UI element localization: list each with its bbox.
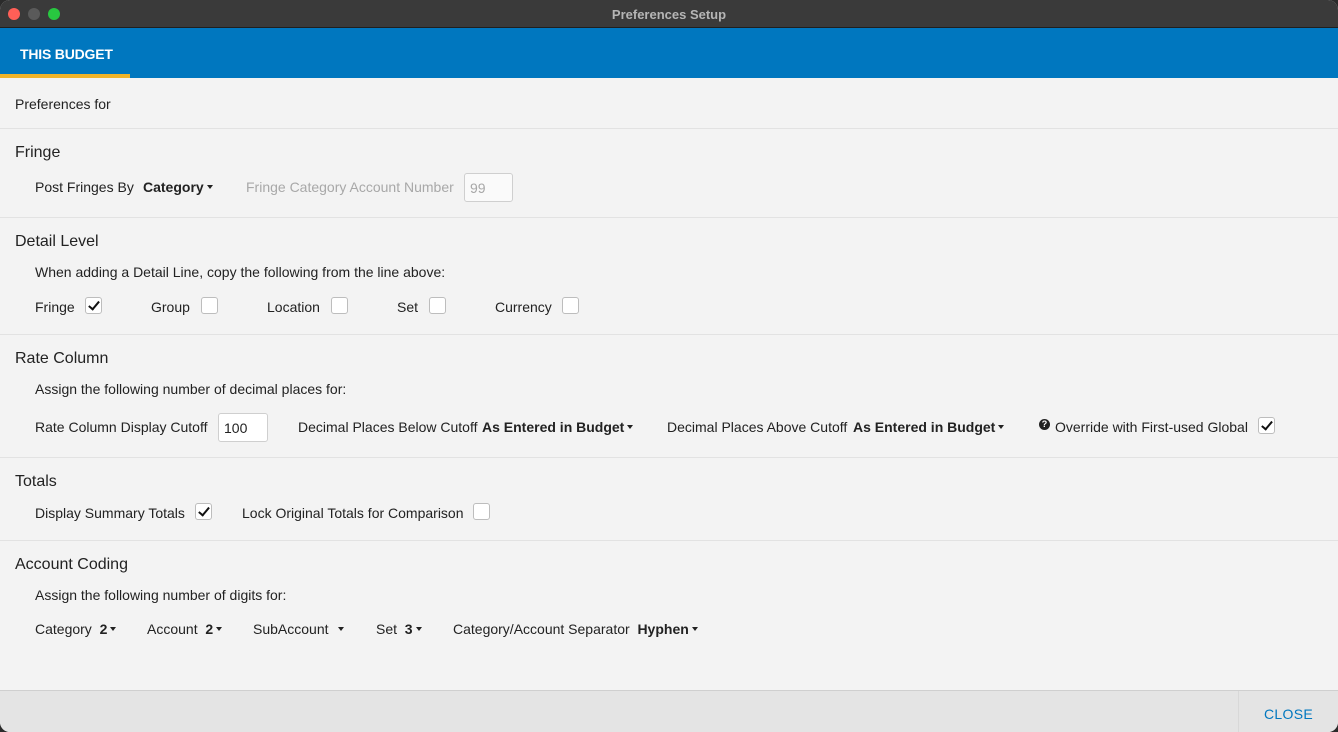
- category-digits-label: Category: [35, 621, 92, 637]
- decimal-above-value: As Entered in Budget: [853, 419, 996, 435]
- rate-cutoff-label: Rate Column Display Cutoff: [35, 419, 208, 435]
- subaccount-digits-dropdown[interactable]: SubAccount: [253, 621, 345, 637]
- detail-location-label: Location: [267, 299, 320, 315]
- chevron-down-icon: [206, 185, 213, 190]
- display-summary-totals-checkbox[interactable]: [195, 503, 212, 520]
- lock-original-totals-label: Lock Original Totals for Comparison: [242, 505, 464, 521]
- tab-this-budget[interactable]: THIS BUDGET: [0, 28, 130, 78]
- decimal-below-label: Decimal Places Below Cutoff: [298, 419, 478, 435]
- detail-fringe-checkbox[interactable]: [85, 297, 102, 314]
- preferences-window: Preferences Setup THIS BUDGET Preference…: [0, 0, 1338, 732]
- separator-value: Hyphen: [637, 621, 689, 637]
- chevron-down-icon: [338, 627, 345, 632]
- post-fringes-by-label: Post Fringes By: [35, 179, 134, 195]
- chevron-down-icon: [415, 627, 422, 632]
- set-digits-dropdown[interactable]: Set 3: [376, 621, 422, 637]
- divider: [0, 457, 1338, 458]
- close-button[interactable]: CLOSE: [1238, 691, 1338, 732]
- decimal-above-dropdown[interactable]: As Entered in Budget: [853, 419, 1005, 435]
- category-digits-value: 2: [99, 621, 108, 637]
- detail-group-checkbox[interactable]: [201, 297, 218, 314]
- account-digits-value: 2: [205, 621, 214, 637]
- category-digits-dropdown[interactable]: Category 2: [35, 621, 117, 637]
- totals-heading: Totals: [15, 473, 57, 490]
- detail-fringe-label: Fringe: [35, 299, 75, 315]
- tab-bar: THIS BUDGET: [0, 28, 1338, 78]
- detail-location-checkbox[interactable]: [331, 297, 348, 314]
- divider: [0, 128, 1338, 129]
- help-icon[interactable]: ?: [1039, 419, 1050, 430]
- detail-currency-checkbox[interactable]: [562, 297, 579, 314]
- divider: [0, 217, 1338, 218]
- chevron-down-icon: [998, 425, 1005, 430]
- detail-group-label: Group: [151, 299, 190, 315]
- chevron-down-icon: [627, 425, 634, 430]
- detail-level-description: When adding a Detail Line, copy the foll…: [35, 264, 446, 280]
- decimal-above-label: Decimal Places Above Cutoff: [667, 419, 848, 435]
- chevron-down-icon: [216, 627, 223, 632]
- rate-cutoff-input[interactable]: [218, 413, 268, 442]
- preferences-content: Preferences for Fringe Post Fringes By C…: [0, 78, 1338, 690]
- rate-column-heading: Rate Column: [15, 350, 109, 367]
- separator-dropdown[interactable]: Category/Account Separator Hyphen: [453, 621, 698, 637]
- fringe-account-number-input[interactable]: [464, 173, 513, 202]
- override-global-label: Override with First-used Global: [1055, 419, 1248, 435]
- window-title: Preferences Setup: [611, 7, 727, 22]
- preferences-for-label: Preferences for: [15, 96, 111, 112]
- detail-set-checkbox[interactable]: [429, 297, 446, 314]
- override-global-checkbox[interactable]: [1258, 417, 1275, 434]
- account-coding-description: Assign the following number of digits fo…: [35, 587, 287, 603]
- footer-bar: CLOSE: [0, 690, 1338, 732]
- rate-column-description: Assign the following number of decimal p…: [35, 381, 347, 397]
- separator-label: Category/Account Separator: [453, 621, 630, 637]
- account-digits-label: Account: [147, 621, 198, 637]
- decimal-below-dropdown[interactable]: As Entered in Budget: [482, 419, 634, 435]
- divider: [0, 334, 1338, 335]
- fringe-heading: Fringe: [15, 144, 61, 161]
- detail-level-heading: Detail Level: [15, 233, 99, 250]
- account-coding-heading: Account Coding: [15, 556, 128, 573]
- subaccount-digits-label: SubAccount: [253, 621, 329, 637]
- set-digits-label: Set: [376, 621, 398, 637]
- account-digits-dropdown[interactable]: Account 2: [147, 621, 223, 637]
- post-fringes-by-dropdown[interactable]: Category: [143, 179, 213, 195]
- chevron-down-icon: [691, 627, 698, 632]
- set-digits-value: 3: [404, 621, 413, 637]
- detail-set-label: Set: [397, 299, 419, 315]
- display-summary-totals-label: Display Summary Totals: [35, 505, 185, 521]
- decimal-below-value: As Entered in Budget: [482, 419, 625, 435]
- post-fringes-by-value: Category: [143, 179, 204, 195]
- detail-currency-label: Currency: [495, 299, 552, 315]
- chevron-down-icon: [110, 627, 117, 632]
- lock-original-totals-checkbox[interactable]: [473, 503, 490, 520]
- divider: [0, 540, 1338, 541]
- title-bar: Preferences Setup: [0, 0, 1338, 28]
- fringe-account-number-label: Fringe Category Account Number: [246, 179, 454, 195]
